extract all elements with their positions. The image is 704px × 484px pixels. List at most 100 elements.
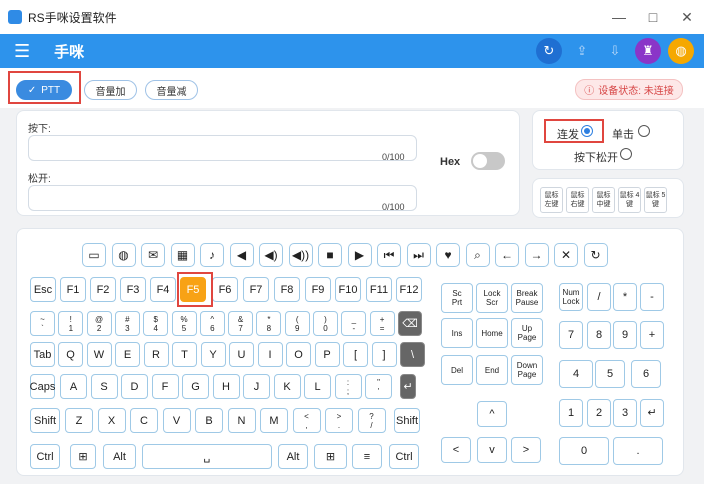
key-caps-5[interactable]: G [182,374,209,399]
forward-icon-button[interactable]: → [524,243,549,267]
key-caps-6[interactable]: H [212,374,240,399]
music-icon-button[interactable]: ♪ [200,243,224,267]
key-nav-4[interactable]: Home [476,318,508,348]
key-11[interactable]: [ [343,342,368,367]
key-3[interactable]: E [115,342,140,367]
key-nav-3[interactable]: Ins [441,318,473,348]
key-nav-2[interactable]: Break Pause [511,283,543,313]
close-icon-button[interactable]: ✕ [554,243,578,267]
key-f10[interactable]: F10 [335,277,361,302]
key-numpad-11[interactable]: 1 [559,399,583,427]
key-6[interactable]: Y [200,342,226,367]
refresh-button[interactable]: ↻ [536,38,562,64]
key-numpad-7[interactable]: + [640,321,664,349]
key-13[interactable]: \ [400,342,425,367]
key-caps-7[interactable]: J [243,374,270,399]
volume-down-icon-button[interactable]: ◀) [259,243,283,267]
back-icon-button[interactable]: ← [495,243,519,267]
release-input[interactable] [28,185,417,211]
press-input[interactable] [28,135,417,161]
key-shift-5[interactable]: B [195,408,223,433]
key-nav-6[interactable]: Del [441,355,473,385]
theme-button[interactable]: ◍ [668,38,694,64]
key-shift-1[interactable]: Z [65,408,93,433]
key-12[interactable]: ] [371,342,397,367]
key-caps-4[interactable]: F [151,374,179,399]
key-backspace[interactable]: ⌫ [398,311,422,336]
key-num-7[interactable]: & 7 [228,311,254,336]
refresh-icon-button[interactable]: ↻ [583,243,608,267]
key-shift-3[interactable]: C [130,408,158,433]
key-numpad-4[interactable]: 7 [559,321,583,349]
key-caps-10[interactable]: : ; [334,374,362,399]
key-numpad-10[interactable]: 6 [631,360,661,388]
key-f6[interactable]: F6 [212,277,238,302]
key-f3[interactable]: F3 [120,277,146,302]
key-numpad-2[interactable]: * [613,283,637,311]
key-numpad-16[interactable]: . [613,437,663,465]
key-arrow-up[interactable]: ^ [477,401,507,427]
mouse-5-button[interactable]: 鼠标 5键 [644,187,667,213]
key-caps-9[interactable]: L [304,374,331,399]
key-bottom-7[interactable]: Ctrl [389,444,419,469]
key-num-12[interactable]: + = [369,311,395,336]
menu-icon[interactable]: ☰ [14,41,30,62]
key-nav-0[interactable]: Sc Prt [441,283,473,313]
mouse-4-button[interactable]: 鼠标 4键 [618,187,641,213]
key-num-11[interactable]: _ - [341,311,367,336]
key-num-5[interactable]: % 5 [171,311,197,336]
key-arrow-left[interactable]: < [441,437,471,463]
key-bottom-1[interactable]: ⊞ [70,444,96,469]
key-shift-2[interactable]: X [97,408,126,433]
key-bottom-3[interactable]: ␣ [142,444,272,469]
volume-up-button[interactable]: 音量加 [84,80,137,100]
key-caps-8[interactable]: K [273,374,301,399]
key-esc[interactable]: Esc [30,277,56,302]
key-tab[interactable]: Tab [30,342,55,367]
key-caps-3[interactable]: D [121,374,148,399]
key-shift-9[interactable]: > . [325,408,353,433]
key-bottom-4[interactable]: Alt [278,444,308,469]
key-numpad-9[interactable]: 5 [595,360,625,388]
minimize-button[interactable]: — [602,0,636,34]
key-shift-6[interactable]: N [227,408,256,433]
key-shift-10[interactable]: ? / [357,408,386,433]
key-7[interactable]: U [229,342,254,367]
key-num-8[interactable]: * 8 [256,311,282,336]
key-numpad-5[interactable]: 8 [587,321,611,349]
clean-button[interactable]: ♜ [635,38,661,64]
key-bottom-2[interactable]: Alt [103,444,136,469]
key-shift-7[interactable]: M [260,408,288,433]
stop-icon-button[interactable]: ■ [318,243,342,267]
key-num-4[interactable]: $ 4 [143,311,169,336]
mouse-left-button[interactable]: 鼠标 左键 [540,187,563,213]
key-num-2[interactable]: @ 2 [86,311,112,336]
key-left-shift[interactable]: Shift [30,408,60,433]
mouse-right-button[interactable]: 鼠标 右键 [566,187,589,213]
key-f7[interactable]: F7 [243,277,269,302]
prev-track-icon-button[interactable]: ⏮ [377,243,401,267]
key-10[interactable]: P [314,342,340,367]
key-numpad-15[interactable]: 0 [559,437,609,465]
key-nav-7[interactable]: End [476,355,508,385]
key-f4[interactable]: F4 [150,277,176,302]
mode-repeat-radio[interactable] [581,125,593,137]
mode-single-radio[interactable] [638,125,650,137]
key-numpad-13[interactable]: 3 [613,399,637,427]
key-caps[interactable]: Caps [30,374,55,399]
play-icon-button[interactable]: ▶ [347,243,372,267]
key-arrow-right[interactable]: > [511,437,541,463]
key-num-10[interactable]: ) 0 [313,311,338,336]
key-numpad-8[interactable]: 4 [559,360,593,388]
calculator-icon-button[interactable]: ▦ [170,243,195,267]
key-num-0[interactable]: ~ ` [30,311,55,336]
ptt-button[interactable]: ✓ PTT [16,80,72,100]
key-bottom-5[interactable]: ⊞ [314,444,347,469]
next-track-icon-button[interactable]: ⏭ [406,243,431,267]
volume-down-button[interactable]: 音量减 [145,80,198,100]
key-shift-8[interactable]: < , [292,408,321,433]
upload-button[interactable]: ⇪ [569,38,595,64]
key-nav-1[interactable]: Lock Scr [476,283,508,313]
key-num-9[interactable]: ( 9 [284,311,310,336]
key-numpad-6[interactable]: 9 [613,321,637,349]
